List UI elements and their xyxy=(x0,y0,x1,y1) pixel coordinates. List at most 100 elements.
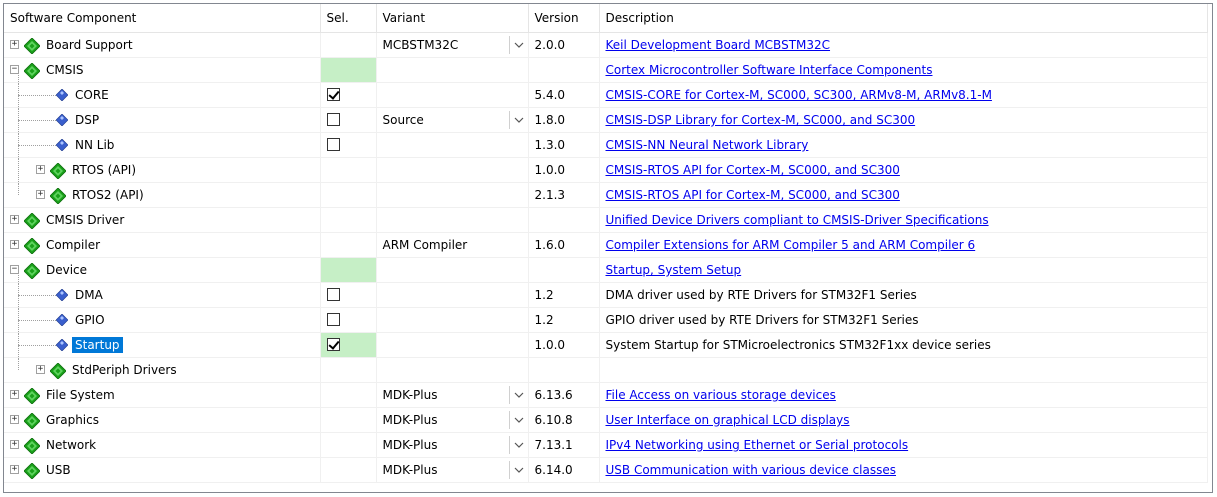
chevron-down-icon[interactable] xyxy=(508,461,528,479)
component-label[interactable]: CMSIS Driver xyxy=(43,212,127,228)
chevron-down-icon[interactable] xyxy=(508,36,528,54)
component-name-cell[interactable]: CORE xyxy=(4,82,321,108)
description-cell[interactable]: CMSIS-RTOS API for Cortex-M, SC000, and … xyxy=(599,182,1208,208)
component-label[interactable]: Startup xyxy=(72,337,123,353)
selection-cell[interactable] xyxy=(320,332,377,358)
component-label[interactable]: CMSIS xyxy=(43,62,87,78)
header-description[interactable]: Description xyxy=(599,4,1208,33)
expand-icon[interactable]: + xyxy=(10,240,19,249)
chevron-down-icon[interactable] xyxy=(508,411,528,429)
description-cell[interactable]: Keil Development Board MCBSTM32C xyxy=(599,32,1208,58)
description-link[interactable]: USB Communication with various device cl… xyxy=(606,463,897,477)
component-name-cell[interactable]: + USB xyxy=(4,457,321,483)
table-row[interactable]: − Device Startup, System Setup xyxy=(4,257,1208,283)
collapse-icon[interactable]: − xyxy=(10,265,19,274)
select-checkbox[interactable] xyxy=(326,338,340,351)
description-link[interactable]: Unified Device Drivers compliant to CMSI… xyxy=(606,213,989,227)
expand-icon[interactable]: + xyxy=(36,190,45,199)
description-cell[interactable]: CMSIS-CORE for Cortex-M, SC000, SC300, A… xyxy=(599,82,1208,108)
description-link[interactable]: CMSIS-RTOS API for Cortex-M, SC000, and … xyxy=(606,163,900,177)
header-variant[interactable]: Variant xyxy=(376,4,529,33)
component-name-cell[interactable]: DSP xyxy=(4,107,321,133)
table-row[interactable]: + RTOS2 (API) 2.1.3 CMSIS-RTOS API for Cort… xyxy=(4,182,1208,208)
select-checkbox[interactable] xyxy=(326,88,340,101)
description-cell[interactable]: CMSIS-DSP Library for Cortex-M, SC000, a… xyxy=(599,107,1208,133)
select-checkbox[interactable] xyxy=(326,288,340,301)
expand-icon[interactable]: + xyxy=(10,415,19,424)
selection-cell[interactable] xyxy=(320,282,377,308)
description-cell[interactable]: Cortex Microcontroller Software Interfac… xyxy=(599,57,1208,83)
component-label[interactable]: CORE xyxy=(72,87,112,103)
header-sel[interactable]: Sel. xyxy=(320,4,377,33)
table-row[interactable]: + USB MDK-Plus 6.14.0 USB Communication with… xyxy=(4,457,1208,483)
table-row[interactable]: + Compiler ARM Compiler 1.6.0 Compiler Exten… xyxy=(4,232,1208,258)
header-version[interactable]: Version xyxy=(528,4,600,33)
description-link[interactable]: Compiler Extensions for ARM Compiler 5 a… xyxy=(606,238,976,252)
component-label[interactable]: NN Lib xyxy=(72,137,117,153)
description-cell[interactable]: File Access on various storage devices xyxy=(599,382,1208,408)
component-name-cell[interactable]: GPIO xyxy=(4,307,321,333)
description-cell[interactable]: CMSIS-NN Neural Network Library xyxy=(599,132,1208,158)
chevron-down-icon[interactable] xyxy=(508,111,528,129)
component-label[interactable]: DSP xyxy=(72,112,102,128)
variant-cell[interactable]: MDK-Plus xyxy=(376,457,529,483)
variant-cell[interactable]: MDK-Plus xyxy=(376,382,529,408)
expand-icon[interactable]: + xyxy=(10,390,19,399)
component-label[interactable]: USB xyxy=(43,462,74,478)
description-link[interactable]: File Access on various storage devices xyxy=(606,388,836,402)
component-name-cell[interactable]: − Device xyxy=(4,257,321,283)
component-label[interactable]: Compiler xyxy=(43,237,103,253)
description-link[interactable]: CMSIS-CORE for Cortex-M, SC000, SC300, A… xyxy=(606,88,992,102)
component-name-cell[interactable]: + Network xyxy=(4,432,321,458)
description-cell[interactable]: IPv4 Networking using Ethernet or Serial… xyxy=(599,432,1208,458)
variant-cell[interactable]: MCBSTM32C xyxy=(376,32,529,58)
chevron-down-icon[interactable] xyxy=(508,436,528,454)
table-row[interactable]: + Network MDK-Plus 7.13.1 IPv4 Networking us… xyxy=(4,432,1208,458)
component-label[interactable]: StdPeriph Drivers xyxy=(69,362,180,378)
table-row[interactable]: + StdPeriph Drivers xyxy=(4,357,1208,383)
component-name-cell[interactable]: + CMSIS Driver xyxy=(4,207,321,233)
component-label[interactable]: GPIO xyxy=(72,312,108,328)
table-row[interactable]: + RTOS (API) 1.0.0 CMSIS-RTOS API for Corte… xyxy=(4,157,1208,183)
component-name-cell[interactable]: + StdPeriph Drivers xyxy=(4,357,321,383)
table-row[interactable]: + Graphics MDK-Plus 6.10.8 User Interface on… xyxy=(4,407,1208,433)
expand-icon[interactable]: + xyxy=(10,440,19,449)
select-checkbox[interactable] xyxy=(326,138,340,151)
expand-icon[interactable]: + xyxy=(36,365,45,374)
chevron-down-icon[interactable] xyxy=(508,386,528,404)
table-row[interactable]: GPIO 1.2 GPIO driver used by RTE Drivers f… xyxy=(4,307,1208,333)
select-checkbox[interactable] xyxy=(326,313,340,326)
header-software-component[interactable]: Software Component xyxy=(4,4,321,33)
component-label[interactable]: Board Support xyxy=(43,37,136,53)
component-name-cell[interactable]: − CMSIS xyxy=(4,57,321,83)
expand-icon[interactable]: + xyxy=(36,165,45,174)
description-cell[interactable]: User Interface on graphical LCD displays xyxy=(599,407,1208,433)
description-link[interactable]: IPv4 Networking using Ethernet or Serial… xyxy=(606,438,909,452)
variant-cell[interactable]: MDK-Plus xyxy=(376,407,529,433)
selection-cell[interactable] xyxy=(320,132,377,158)
table-row[interactable]: CORE 5.4.0 CMSIS-CORE for Cortex-M, SC000,… xyxy=(4,82,1208,108)
component-name-cell[interactable]: + Board Support xyxy=(4,32,321,58)
table-row[interactable]: NN Lib 1.3.0 CMSIS-NN Neural Network Libra… xyxy=(4,132,1208,158)
variant-cell[interactable]: MDK-Plus xyxy=(376,432,529,458)
table-row[interactable]: DMA 1.2 DMA driver used by RTE Drivers for… xyxy=(4,282,1208,308)
description-link[interactable]: Keil Development Board MCBSTM32C xyxy=(606,38,831,52)
selection-cell[interactable] xyxy=(320,307,377,333)
description-link[interactable]: CMSIS-RTOS API for Cortex-M, SC000, and … xyxy=(606,188,900,202)
expand-icon[interactable]: + xyxy=(10,40,19,49)
component-label[interactable]: Network xyxy=(43,437,99,453)
selection-cell[interactable] xyxy=(320,107,377,133)
description-link[interactable]: User Interface on graphical LCD displays xyxy=(606,413,850,427)
component-name-cell[interactable]: + File System xyxy=(4,382,321,408)
table-row[interactable]: + Board Support MCBSTM32C 2.0.0 Keil Develop… xyxy=(4,32,1208,58)
table-row[interactable]: + CMSIS Driver Unified Device Drivers comp… xyxy=(4,207,1208,233)
component-label[interactable]: DMA xyxy=(72,287,106,303)
component-name-cell[interactable]: NN Lib xyxy=(4,132,321,158)
description-link[interactable]: Startup, System Setup xyxy=(606,263,742,277)
component-label[interactable]: RTOS (API) xyxy=(69,162,139,178)
description-cell[interactable]: Unified Device Drivers compliant to CMSI… xyxy=(599,207,1208,233)
component-name-cell[interactable]: + RTOS (API) xyxy=(4,157,321,183)
component-label[interactable]: Device xyxy=(43,262,90,278)
component-label[interactable]: File System xyxy=(43,387,118,403)
component-name-cell[interactable]: + RTOS2 (API) xyxy=(4,182,321,208)
